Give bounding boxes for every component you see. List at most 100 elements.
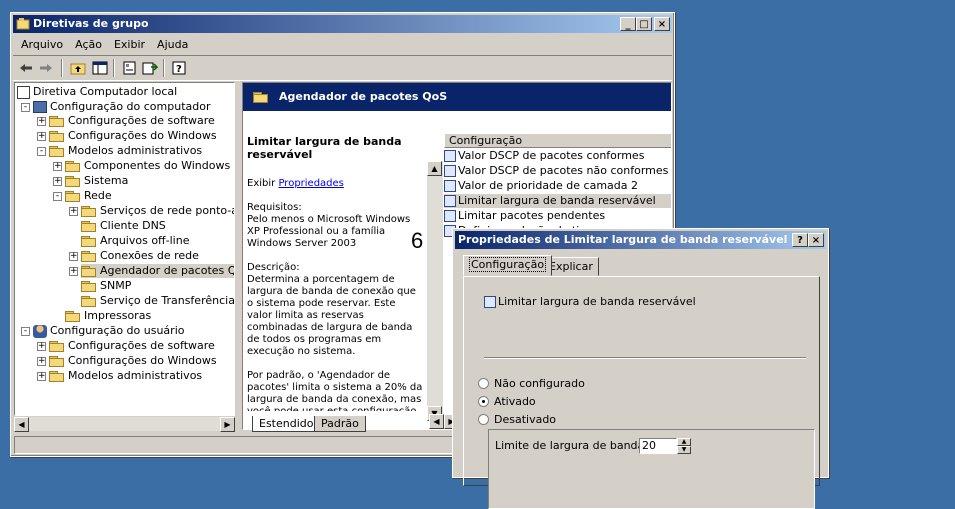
column-header-configuracao[interactable]: Configuração — [444, 133, 671, 148]
properties-link[interactable]: Propriedades — [278, 178, 343, 189]
folder-icon — [81, 295, 97, 307]
tree-comp-windows[interactable]: Configurações do Windows — [49, 129, 217, 143]
radio-not-configured-label[interactable]: Não configurado — [494, 377, 585, 390]
details-header: Agendador de pacotes QoS — [243, 83, 671, 111]
tree-network-label: Rede — [84, 189, 112, 202]
tree-comp-software-label: Configurações de software — [68, 114, 215, 127]
setting-icon — [444, 165, 456, 177]
help-icon[interactable]: ? — [171, 59, 189, 77]
collapse-toggle[interactable]: - — [21, 327, 30, 336]
list-item[interactable]: Valor DSCP de pacotes conformes — [444, 149, 644, 163]
tab-configuracao-label: Configuração — [469, 257, 547, 272]
tree-qos-selected[interactable]: Agendador de pacotes QoS — [81, 264, 234, 278]
dialog-title: Propriedades de Limitar largura de banda… — [458, 233, 788, 246]
expand-toggle[interactable]: + — [69, 267, 78, 276]
expand-toggle[interactable]: + — [53, 162, 62, 171]
collapse-toggle[interactable]: - — [37, 147, 46, 156]
group-policy-icon — [16, 17, 30, 31]
tree-user-admin-label: Modelos administrativos — [68, 369, 203, 382]
tree-transfer[interactable]: Serviço de Transferência Inte — [81, 294, 234, 308]
expand-toggle[interactable]: + — [37, 132, 46, 141]
menu-ajuda[interactable]: Ajuda — [151, 36, 194, 54]
export-icon[interactable] — [141, 59, 159, 77]
back-arrow-icon[interactable] — [17, 59, 35, 77]
tree-user-windows[interactable]: Configurações do Windows — [49, 354, 217, 368]
scroll-up-button[interactable]: ▲ — [427, 161, 442, 176]
expand-toggle[interactable]: + — [37, 117, 46, 126]
tree-dns[interactable]: Cliente DNS — [81, 219, 166, 233]
expand-toggle[interactable]: + — [37, 342, 46, 351]
tree-win-components[interactable]: Componentes do Windows — [65, 159, 230, 173]
menu-arquivo[interactable]: Arquivo — [15, 36, 69, 54]
tree-snmp-label: SNMP — [100, 279, 132, 292]
tree-user-admin[interactable]: Modelos administrativos — [49, 369, 202, 383]
list-item[interactable]: Limitar pacotes pendentes — [444, 209, 605, 223]
tree-comp-software[interactable]: Configurações de software — [49, 114, 215, 128]
radio-disabled[interactable] — [478, 414, 489, 425]
tree-net-ponto[interactable]: Serviços de rede ponto-a-por — [81, 204, 234, 218]
folder-icon — [253, 91, 269, 103]
bandwidth-limit-input[interactable]: 20 — [639, 438, 677, 454]
window-titlebar[interactable]: Diretivas de grupo _ □ × — [13, 15, 672, 33]
tree-dns-label: Cliente DNS — [100, 219, 166, 232]
menu-exibir[interactable]: Exibir — [108, 36, 151, 54]
radio-enabled[interactable] — [478, 396, 489, 407]
expand-toggle[interactable]: + — [69, 252, 78, 261]
tree-conexoes[interactable]: Conexões de rede — [81, 249, 199, 263]
collapse-toggle[interactable]: - — [53, 192, 62, 201]
up-folder-icon[interactable] — [69, 59, 87, 77]
folder-icon — [81, 280, 97, 292]
tab-padrao[interactable]: Padrão — [314, 416, 366, 432]
scroll-left-button[interactable]: ◀ — [429, 414, 444, 429]
tree-snmp[interactable]: SNMP — [81, 279, 131, 293]
help-button[interactable]: ? — [792, 233, 808, 247]
tree-horizontal-scrollbar[interactable]: ◀ ▶ — [14, 416, 235, 432]
scroll-left-button[interactable]: ◀ — [14, 417, 29, 432]
expand-toggle[interactable]: + — [37, 372, 46, 381]
tab-estendido[interactable]: Estendido — [252, 416, 321, 432]
setting-name-row: Limitar largura de banda reservável — [484, 295, 696, 309]
list-item[interactable]: Valor de prioridade de camada 2 — [444, 179, 638, 193]
tree-root[interactable]: Diretiva Computador local — [17, 85, 177, 99]
list-item-selected[interactable]: Limitar largura de banda reservável — [444, 194, 671, 208]
list-item[interactable]: Valor DSCP de pacotes não conformes — [444, 164, 668, 178]
forward-arrow-icon[interactable] — [37, 59, 55, 77]
tree-user-software[interactable]: Configurações de software — [49, 339, 215, 353]
collapse-toggle[interactable]: - — [21, 103, 30, 112]
tree-printers[interactable]: Impressoras — [65, 309, 151, 323]
radio-enabled-label[interactable]: Ativado — [494, 395, 536, 408]
menu-acao[interactable]: Ação — [69, 36, 108, 54]
bandwidth-limit-stepper[interactable]: ▲ ▼ — [677, 438, 691, 454]
dialog-titlebar[interactable]: Propriedades de Limitar largura de banda… — [455, 231, 826, 249]
tree-system[interactable]: Sistema — [65, 174, 128, 188]
expand-toggle[interactable]: + — [37, 357, 46, 366]
close-button[interactable]: × — [654, 17, 670, 31]
stepper-down-button[interactable]: ▼ — [677, 446, 691, 454]
radio-not-configured[interactable] — [478, 378, 489, 389]
tree-root-label: Diretiva Computador local — [33, 85, 178, 98]
tree-comp-admin-label: Modelos administrativos — [68, 144, 203, 157]
tree-user-config[interactable]: Configuração do usuário — [33, 324, 184, 338]
description-scrollbar[interactable]: ▲ ▼ — [427, 161, 443, 421]
show-tree-icon[interactable] — [91, 59, 109, 77]
expand-toggle[interactable]: + — [69, 207, 78, 216]
tree-comp-admin[interactable]: Modelos administrativos — [49, 144, 202, 158]
policy-tree[interactable]: Diretiva Computador local - Configuração… — [14, 82, 235, 416]
close-button[interactable]: × — [808, 233, 824, 247]
scroll-right-button[interactable]: ▶ — [220, 417, 235, 432]
tab-configuracao[interactable]: Configuração — [463, 255, 553, 276]
properties-icon[interactable] — [121, 59, 139, 77]
tree-offline[interactable]: Arquivos off-line — [81, 234, 189, 248]
minimize-button[interactable]: _ — [620, 17, 636, 31]
folder-icon — [49, 115, 65, 127]
separator — [484, 357, 806, 359]
maximize-button[interactable]: □ — [636, 17, 652, 31]
expand-toggle[interactable]: + — [53, 177, 62, 186]
stepper-up-button[interactable]: ▲ — [677, 438, 691, 446]
overlay-number: 6 — [411, 228, 424, 253]
tree-network[interactable]: Rede — [65, 189, 112, 203]
folder-icon — [49, 355, 65, 367]
tree-net-ponto-label: Serviços de rede ponto-a-por — [100, 204, 234, 217]
radio-disabled-label[interactable]: Desativado — [494, 413, 556, 426]
tree-computer-config[interactable]: Configuração do computador — [33, 100, 211, 114]
